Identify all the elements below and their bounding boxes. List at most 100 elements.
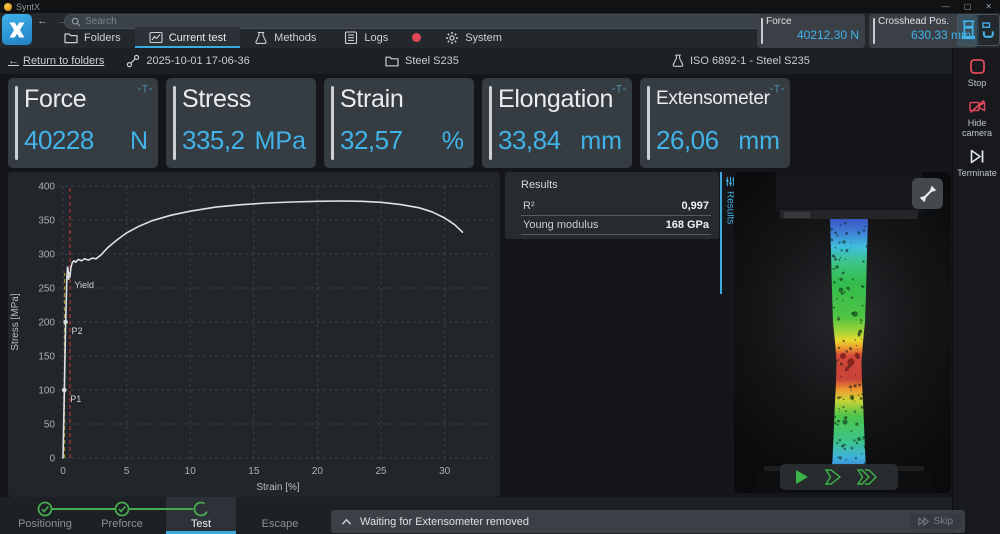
metric-unit: % xyxy=(442,127,464,156)
svg-text:Yield: Yield xyxy=(74,280,94,290)
action-sidebar: Stop Hide camera Terminate xyxy=(952,48,1000,534)
specimen-icon xyxy=(917,183,939,205)
tab-logs[interactable]: Logs xyxy=(330,27,402,48)
metric-unit: MPa xyxy=(255,127,306,156)
metric-unit: mm xyxy=(738,127,780,156)
svg-text:400: 400 xyxy=(38,182,55,193)
metric-unit: mm xyxy=(580,127,622,156)
skip-button[interactable]: Skip xyxy=(910,514,961,529)
results-panel: Results R² 0,997 Young modulus 168 GPa xyxy=(505,172,719,239)
tare-icon[interactable] xyxy=(138,84,152,94)
minimize-icon[interactable]: — xyxy=(942,0,950,13)
metric-value: 335,2 xyxy=(182,125,245,156)
step-test[interactable]: Test xyxy=(156,516,246,530)
tare-icon[interactable] xyxy=(770,84,784,94)
close-icon[interactable]: ✕ xyxy=(985,0,992,13)
metric-label: Extensometer xyxy=(656,84,780,114)
window-titlebar: SyntX — ▢ ✕ xyxy=(0,0,1000,13)
metric-card-extensometer: Extensometer 26,06 mm xyxy=(640,78,790,168)
svg-text:30: 30 xyxy=(439,466,451,477)
device-status-box xyxy=(957,14,1000,46)
svg-text:15: 15 xyxy=(248,466,260,477)
skip-icon xyxy=(918,517,930,526)
metric-value: 40228 xyxy=(24,125,94,156)
metric-unit: N xyxy=(130,127,148,156)
stop-button[interactable]: Stop xyxy=(953,58,1000,88)
terminate-button[interactable]: Terminate xyxy=(953,148,1000,178)
svg-text:P2: P2 xyxy=(72,326,83,336)
logo-x-icon xyxy=(5,18,29,42)
step-preforce[interactable]: Preforce xyxy=(77,516,167,530)
tare-icon[interactable] xyxy=(612,84,626,94)
chart-canvas: 050100150200250300350400051015202530Stre… xyxy=(8,172,500,497)
tab-methods[interactable]: Methods xyxy=(240,27,330,48)
hide-button[interactable]: Hide camera xyxy=(953,98,1000,138)
tab-folders[interactable]: Folders xyxy=(50,27,135,48)
status-banner: Waiting for Extensometer removed Skip xyxy=(331,510,965,533)
tab-system[interactable]: System xyxy=(431,27,516,48)
readout-value: 40212,30 N xyxy=(766,28,859,42)
notification-dot xyxy=(412,33,421,42)
svg-text:0: 0 xyxy=(49,454,55,465)
current-folder[interactable]: Steel S235 xyxy=(385,55,459,67)
flask-icon xyxy=(254,31,268,45)
back-arrow-icon[interactable]: ← xyxy=(37,15,48,27)
svg-text:300: 300 xyxy=(38,250,55,261)
return-link-label: Return to folders xyxy=(23,55,104,67)
tab-current-test[interactable]: Current test xyxy=(135,27,240,48)
readout-force: Force40212,30 N xyxy=(757,14,865,48)
result-label: Young modulus xyxy=(523,219,598,231)
tab-bar: FoldersCurrent testMethodsLogs System xyxy=(50,27,516,48)
search-icon xyxy=(71,17,81,27)
svg-text:200: 200 xyxy=(38,318,55,329)
svg-text:P1: P1 xyxy=(70,394,81,404)
metric-card-strain: Strain 32,57% xyxy=(324,78,474,168)
result-value: 168 GPa xyxy=(666,219,709,231)
test-frame-icon xyxy=(961,19,976,41)
metric-value: 33,84 xyxy=(498,125,561,156)
metric-card-elongation: Elongation 33,84 mm xyxy=(482,78,632,168)
result-label: R² xyxy=(523,200,535,212)
results-title: Results xyxy=(505,177,719,197)
folder-name: Steel S235 xyxy=(405,55,459,67)
metric-value: 32,57 xyxy=(340,125,403,156)
app-logo xyxy=(2,14,32,45)
current-method: ISO 6892-1 - Steel S235 xyxy=(672,54,810,68)
flask-icon xyxy=(672,54,684,68)
specimen-view-button[interactable] xyxy=(912,178,943,209)
camera-view xyxy=(734,172,951,493)
chevron-up-icon[interactable] xyxy=(341,518,352,526)
readout-label: Force xyxy=(766,16,859,27)
svg-text:25: 25 xyxy=(375,466,387,477)
result-value: 0,997 xyxy=(681,200,709,212)
specimen-image xyxy=(734,172,951,493)
grip-status-button[interactable] xyxy=(979,15,1000,45)
header: ← → Search FoldersCurrent testMethodsLog… xyxy=(0,13,1000,48)
app-window: SyntX — ▢ ✕ ← → Search FoldersCurrent te… xyxy=(0,0,1000,534)
step-escape[interactable]: Escape xyxy=(235,516,325,530)
stress-strain-chart: 050100150200250300350400051015202530Stre… xyxy=(8,172,500,497)
info-bar: ← Return to folders 2025-10-01 17-06-36 … xyxy=(0,48,952,74)
restore-icon[interactable]: ▢ xyxy=(964,0,972,13)
metric-label: Strain xyxy=(340,84,464,114)
svg-text:20: 20 xyxy=(312,466,324,477)
metric-label: Stress xyxy=(182,84,306,114)
result-row: Young modulus 168 GPa xyxy=(521,216,711,235)
side-button-label: Stop xyxy=(968,78,987,88)
method-name: ISO 6892-1 - Steel S235 xyxy=(690,55,810,67)
metric-label: Elongation xyxy=(498,84,622,114)
logs-icon xyxy=(344,31,358,45)
svg-text:250: 250 xyxy=(38,284,55,295)
grip-icon xyxy=(982,22,995,39)
side-button-label: Terminate xyxy=(957,168,997,178)
test-timestamp: 2025-10-01 17-06-36 xyxy=(146,55,249,67)
svg-text:350: 350 xyxy=(38,216,55,227)
svg-text:10: 10 xyxy=(185,466,197,477)
folder-icon xyxy=(64,31,78,45)
metric-value: 26,06 xyxy=(656,125,719,156)
machine-frame-button[interactable] xyxy=(958,15,979,45)
return-arrow-icon: ← xyxy=(8,55,19,67)
return-to-folders-link[interactable]: ← Return to folders xyxy=(8,55,104,67)
svg-text:Stress [MPa]: Stress [MPa] xyxy=(10,293,21,350)
metric-cards-row: Force40228NStress335,2MPaStrain32,57%Elo… xyxy=(8,78,790,168)
